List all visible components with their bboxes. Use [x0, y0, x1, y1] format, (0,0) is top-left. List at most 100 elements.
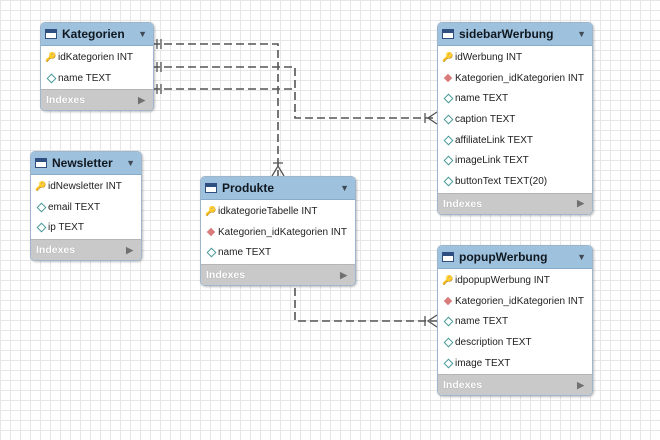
column-row[interactable]: 🔑 idKategorien INT: [41, 47, 153, 68]
expand-arrow-icon[interactable]: ▶: [577, 198, 584, 209]
foreign-key-icon: [206, 227, 216, 237]
column-row[interactable]: name TEXT: [201, 242, 355, 263]
table-popupwerbung[interactable]: popupWerbung ▼ 🔑 idpopupWerbung INT Kate…: [437, 245, 593, 397]
column-list: 🔑 idkategorieTabelle INT Kategorien_idKa…: [201, 200, 355, 264]
relationship-kategorien-produkte: [152, 43, 279, 176]
indexes-section[interactable]: Indexes ▶: [438, 192, 592, 214]
column-label: idKategorien INT: [58, 51, 134, 63]
column-row[interactable]: affiliateLink TEXT: [438, 130, 592, 151]
column-label: name TEXT: [58, 72, 112, 84]
primary-key-icon: 🔑: [205, 205, 217, 216]
column-label: name TEXT: [218, 247, 272, 259]
column-row[interactable]: 🔑 idWerbung INT: [438, 47, 592, 68]
table-header[interactable]: sidebarWerbung ▼: [438, 23, 592, 46]
table-sidebarwerbung[interactable]: sidebarWerbung ▼ 🔑 idWerbung INT Kategor…: [437, 22, 593, 215]
table-title: Produkte: [222, 181, 275, 195]
er-diagram-canvas[interactable]: Kategorien ▼ 🔑 idKategorien INT name TEX…: [0, 0, 660, 440]
collapse-arrow-icon[interactable]: ▼: [126, 158, 135, 168]
table-icon: [442, 29, 454, 39]
relationship-kategorien-sidebarwerbung: [152, 66, 437, 119]
indexes-label: Indexes: [36, 244, 76, 257]
table-newsletter[interactable]: Newsletter ▼ 🔑 idNewsletter INT email TE…: [30, 151, 142, 262]
column-row[interactable]: Kategorien_idKategorien INT: [438, 68, 592, 89]
table-header[interactable]: popupWerbung ▼: [438, 246, 592, 269]
column-row[interactable]: Kategorien_idKategorien INT: [438, 291, 592, 312]
table-title: Kategorien: [62, 27, 125, 41]
column-icon: [443, 155, 453, 166]
column-label: buttonText TEXT(20): [455, 175, 548, 187]
relationship-produkte-popupwerbung: [294, 288, 437, 322]
column-row[interactable]: 🔑 idpopupWerbung INT: [438, 270, 592, 291]
table-header[interactable]: Newsletter ▼: [31, 152, 141, 175]
column-row[interactable]: name TEXT: [438, 311, 592, 332]
primary-key-icon: 🔑: [442, 274, 454, 285]
column-icon: [46, 73, 56, 83]
collapse-arrow-icon[interactable]: ▼: [577, 252, 586, 262]
column-label: email TEXT: [48, 201, 101, 213]
indexes-label: Indexes: [443, 379, 483, 392]
column-row[interactable]: email TEXT: [31, 197, 141, 218]
column-icon: [443, 337, 453, 348]
column-row[interactable]: name TEXT: [438, 88, 592, 109]
column-label: Kategorien_idKategorien INT: [455, 72, 584, 84]
expand-arrow-icon[interactable]: ▶: [138, 95, 145, 106]
column-list: 🔑 idKategorien INT name TEXT: [41, 46, 153, 89]
column-list: 🔑 idNewsletter INT email TEXT ip TEXT: [31, 175, 141, 239]
table-icon: [35, 158, 47, 168]
column-row[interactable]: ip TEXT: [31, 217, 141, 238]
column-list: 🔑 idpopupWerbung INT Kategorien_idKatego…: [438, 269, 592, 374]
indexes-label: Indexes: [443, 197, 483, 210]
table-title: sidebarWerbung: [459, 27, 554, 41]
table-header[interactable]: Kategorien ▼: [41, 23, 153, 46]
column-label: caption TEXT: [455, 113, 516, 125]
primary-key-icon: 🔑: [45, 51, 57, 62]
expand-arrow-icon[interactable]: ▶: [340, 270, 347, 281]
indexes-section[interactable]: Indexes ▶: [201, 264, 355, 286]
column-label: idpopupWerbung INT: [455, 274, 550, 286]
expand-arrow-icon[interactable]: ▶: [577, 380, 584, 391]
table-header[interactable]: Produkte ▼: [201, 177, 355, 200]
table-kategorien[interactable]: Kategorien ▼ 🔑 idKategorien INT name TEX…: [40, 22, 154, 112]
column-row[interactable]: 🔑 idkategorieTabelle INT: [201, 201, 355, 222]
foreign-key-icon: [443, 73, 453, 83]
primary-key-icon: 🔑: [442, 51, 454, 62]
indexes-section[interactable]: Indexes ▶: [31, 239, 141, 261]
indexes-label: Indexes: [46, 94, 86, 107]
primary-key-icon: 🔑: [35, 180, 47, 191]
column-label: Kategorien_idKategorien INT: [455, 295, 584, 307]
column-row[interactable]: caption TEXT: [438, 109, 592, 130]
column-icon: [443, 358, 453, 369]
indexes-section[interactable]: Indexes ▶: [41, 89, 153, 111]
column-label: name TEXT: [455, 93, 509, 105]
table-icon: [442, 252, 454, 262]
column-label: image TEXT: [455, 357, 511, 369]
expand-arrow-icon[interactable]: ▶: [126, 245, 133, 256]
column-icon: [36, 202, 46, 212]
column-row[interactable]: imageLink TEXT: [438, 150, 592, 171]
column-label: name TEXT: [455, 316, 509, 328]
collapse-arrow-icon[interactable]: ▼: [340, 183, 349, 193]
column-label: Kategorien_idKategorien INT: [218, 226, 347, 238]
indexes-label: Indexes: [206, 269, 246, 282]
table-icon: [45, 29, 57, 39]
column-label: ip TEXT: [48, 222, 84, 234]
column-label: idNewsletter INT: [48, 180, 122, 192]
column-icon: [443, 176, 453, 187]
column-row[interactable]: name TEXT: [41, 68, 153, 89]
table-produkte[interactable]: Produkte ▼ 🔑 idkategorieTabelle INT Kate…: [200, 176, 356, 287]
collapse-arrow-icon[interactable]: ▼: [138, 29, 147, 39]
column-row[interactable]: buttonText TEXT(20): [438, 171, 592, 192]
table-icon: [205, 183, 217, 193]
column-icon: [443, 114, 453, 125]
column-row[interactable]: 🔑 idNewsletter INT: [31, 176, 141, 197]
column-label: imageLink TEXT: [455, 155, 529, 167]
column-row[interactable]: Kategorien_idKategorien INT: [201, 222, 355, 243]
column-list: 🔑 idWerbung INT Kategorien_idKategorien …: [438, 46, 592, 193]
column-row[interactable]: image TEXT: [438, 353, 592, 374]
column-row[interactable]: description TEXT: [438, 332, 592, 353]
collapse-arrow-icon[interactable]: ▼: [577, 29, 586, 39]
column-icon: [36, 222, 46, 233]
foreign-key-icon: [443, 296, 453, 306]
column-label: description TEXT: [455, 336, 532, 348]
indexes-section[interactable]: Indexes ▶: [438, 374, 592, 396]
